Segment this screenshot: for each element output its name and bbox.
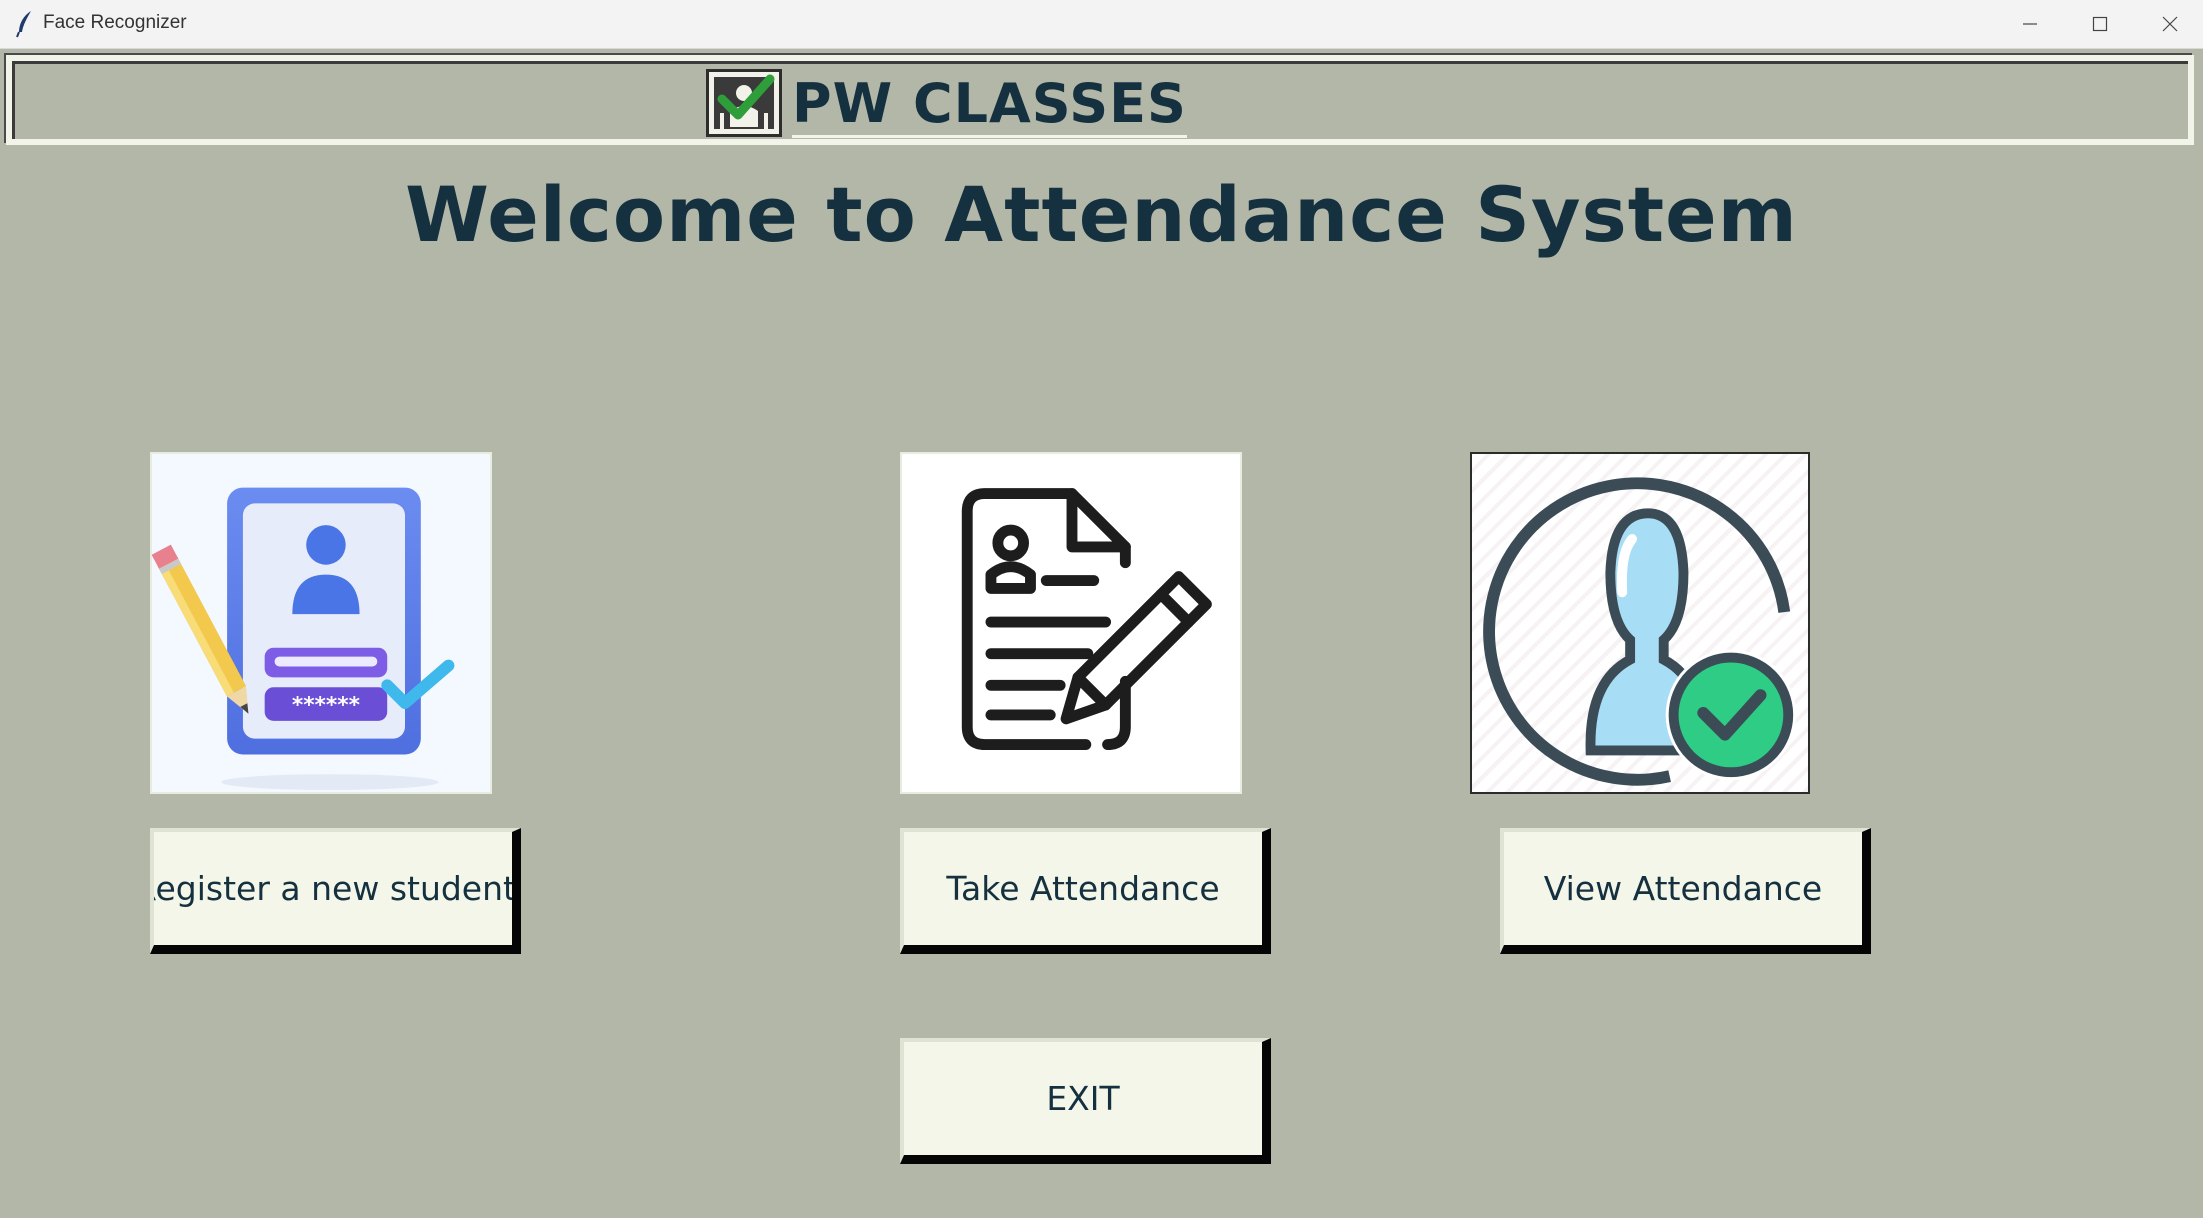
window-titlebar[interactable]: Face Recognizer — [0, 0, 2203, 49]
minimize-button[interactable] — [1995, 0, 2065, 48]
exit-label: EXIT — [1046, 1079, 1120, 1118]
student-id-card-icon: ****** — [152, 454, 490, 792]
window-title: Face Recognizer — [43, 12, 187, 33]
view-attendance-label: View Attendance — [1543, 869, 1823, 908]
view-attendance-image — [1470, 452, 1810, 794]
close-icon — [2162, 16, 2178, 32]
take-attendance-button[interactable]: Take Attendance — [900, 828, 1271, 954]
brand-title: PW CLASSES — [792, 72, 1187, 138]
feather-icon — [14, 10, 36, 38]
exit-button[interactable]: EXIT — [900, 1038, 1271, 1164]
attendance-check-icon — [706, 69, 782, 137]
user-check-icon — [1483, 477, 1797, 786]
take-attendance-image — [900, 452, 1242, 794]
view-attendance-button[interactable]: View Attendance — [1500, 828, 1871, 954]
maximize-icon — [2092, 16, 2108, 32]
register-student-button[interactable]: Register a new student — [150, 828, 521, 954]
document-pen-icon — [902, 454, 1240, 792]
maximize-button[interactable] — [2065, 0, 2135, 48]
page-title: Welcome to Attendance System — [405, 170, 1798, 259]
take-attendance-label: Take Attendance — [946, 869, 1220, 908]
minimize-icon — [2023, 23, 2037, 25]
close-button[interactable] — [2135, 0, 2203, 48]
register-student-image: ****** — [150, 452, 492, 794]
svg-text:******: ****** — [292, 693, 360, 718]
register-student-label: Register a new student — [150, 869, 516, 908]
